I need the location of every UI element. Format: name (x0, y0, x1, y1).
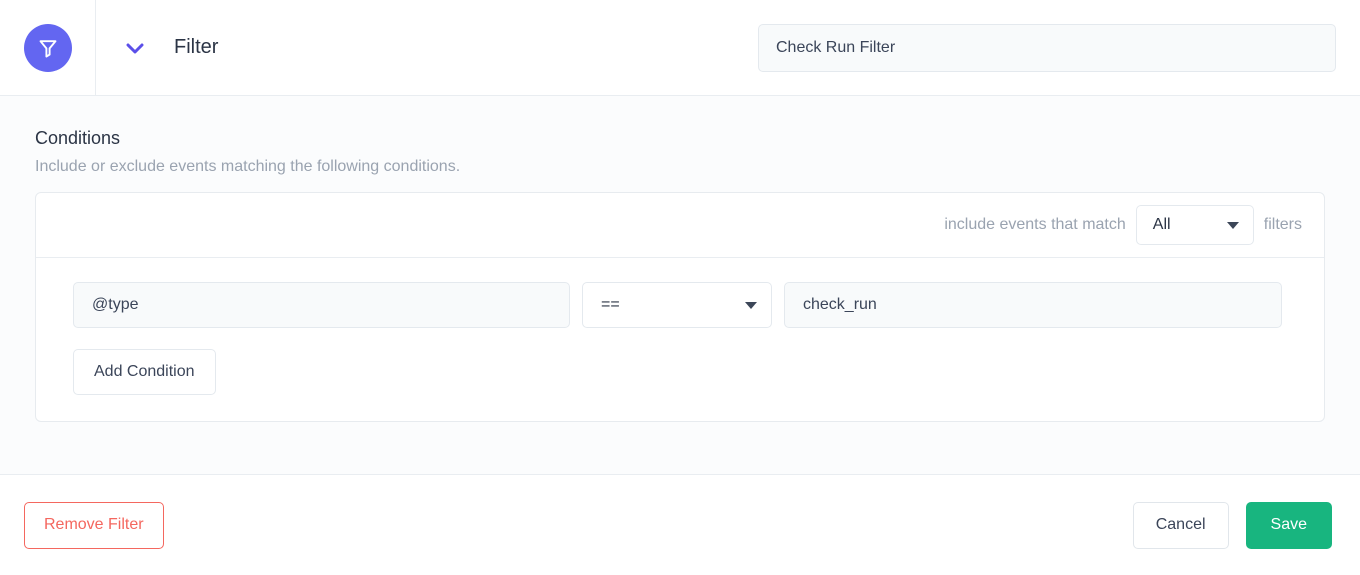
filter-icon-cell (0, 0, 96, 95)
filter-header-main: Filter (96, 0, 1360, 95)
condition-row: == (73, 282, 1302, 328)
match-mode-value: All (1152, 216, 1171, 233)
condition-operator-value: == (601, 296, 620, 313)
match-mode-select[interactable]: All (1135, 205, 1254, 245)
condition-operator-select[interactable]: == (582, 282, 772, 328)
add-condition-button[interactable]: Add Condition (73, 349, 216, 395)
conditions-section: Conditions Include or exclude events mat… (0, 96, 1360, 475)
condition-attribute-input[interactable] (73, 282, 570, 328)
conditions-heading: Conditions (35, 128, 121, 148)
save-button[interactable]: Save (1245, 501, 1332, 549)
caret-down-icon (1226, 222, 1239, 229)
filter-editor-panel: Filter Conditions Include or exclude eve… (0, 0, 1360, 575)
filter-footer: Remove Filter Cancel Save (0, 475, 1360, 575)
footer-actions: Cancel Save (1132, 501, 1332, 549)
filter-name-input[interactable] (758, 23, 1336, 72)
filter-name-field-wrap (758, 23, 1336, 72)
match-suffix-label: filters (1263, 216, 1302, 233)
remove-filter-button[interactable]: Remove Filter (24, 501, 164, 549)
match-prefix-label: include events that match (944, 216, 1126, 233)
caret-down-icon (745, 302, 757, 309)
page-title: Filter (174, 36, 219, 58)
cancel-button[interactable]: Cancel (1132, 501, 1229, 549)
chevron-down-icon[interactable] (112, 36, 158, 60)
filter-header: Filter (0, 0, 1360, 96)
conditions-description: Include or exclude events matching the f… (35, 158, 461, 175)
funnel-icon (23, 23, 72, 72)
condition-rows: == Add Condition (36, 258, 1324, 421)
condition-value-input[interactable] (784, 282, 1282, 328)
conditions-box: include events that match All filters == (35, 192, 1325, 422)
match-mode-row: include events that match All filters (36, 193, 1324, 258)
